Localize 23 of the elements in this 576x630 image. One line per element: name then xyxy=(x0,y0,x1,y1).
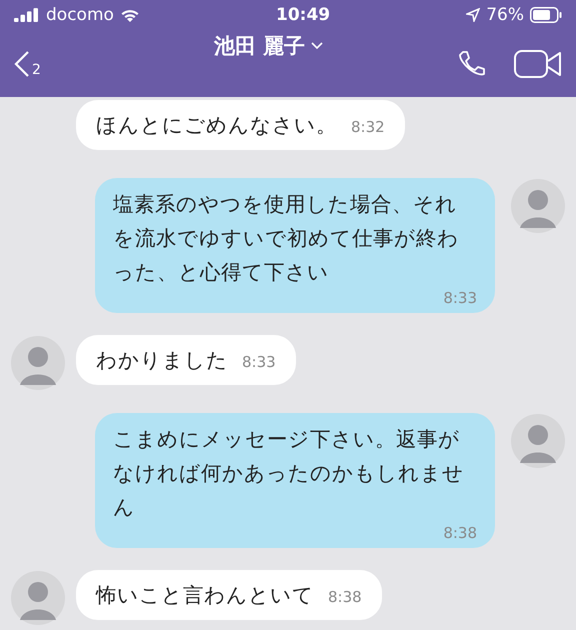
message-text: わかりました xyxy=(96,347,228,374)
chevron-down-icon xyxy=(311,42,324,50)
message-time: 8:33 xyxy=(242,353,276,371)
message-time: 8:38 xyxy=(442,524,477,542)
location-arrow-icon xyxy=(466,8,480,22)
message-time: 8:38 xyxy=(328,588,362,606)
video-camera-icon xyxy=(514,48,562,78)
message-time: 8:32 xyxy=(351,118,385,136)
signal-icon xyxy=(14,8,40,22)
message-text: 怖いこと言わんといて xyxy=(96,582,314,609)
battery-percent: 76% xyxy=(486,5,524,25)
message-text: こまめにメッセージ下さい。返事がなければ何かあったのかもしれません xyxy=(113,426,465,521)
battery-icon xyxy=(530,7,562,23)
contact-name[interactable]: 池田 麗子 xyxy=(214,32,306,60)
back-button[interactable]: 2 xyxy=(14,50,41,78)
message-text: 塩素系のやつを使用した場合、それを流水でゆすいで初めて仕事が終わった、と心得て下さい xyxy=(113,191,460,286)
carrier-name: docomo xyxy=(46,5,114,25)
chevron-left-icon xyxy=(14,50,30,78)
clock-time: 10:49 xyxy=(276,5,330,25)
message-text: ほんとにごめんなさい。 xyxy=(96,112,337,139)
video-call-button[interactable] xyxy=(514,48,562,78)
message-time: 8:33 xyxy=(442,289,477,307)
wifi-icon xyxy=(120,8,140,22)
